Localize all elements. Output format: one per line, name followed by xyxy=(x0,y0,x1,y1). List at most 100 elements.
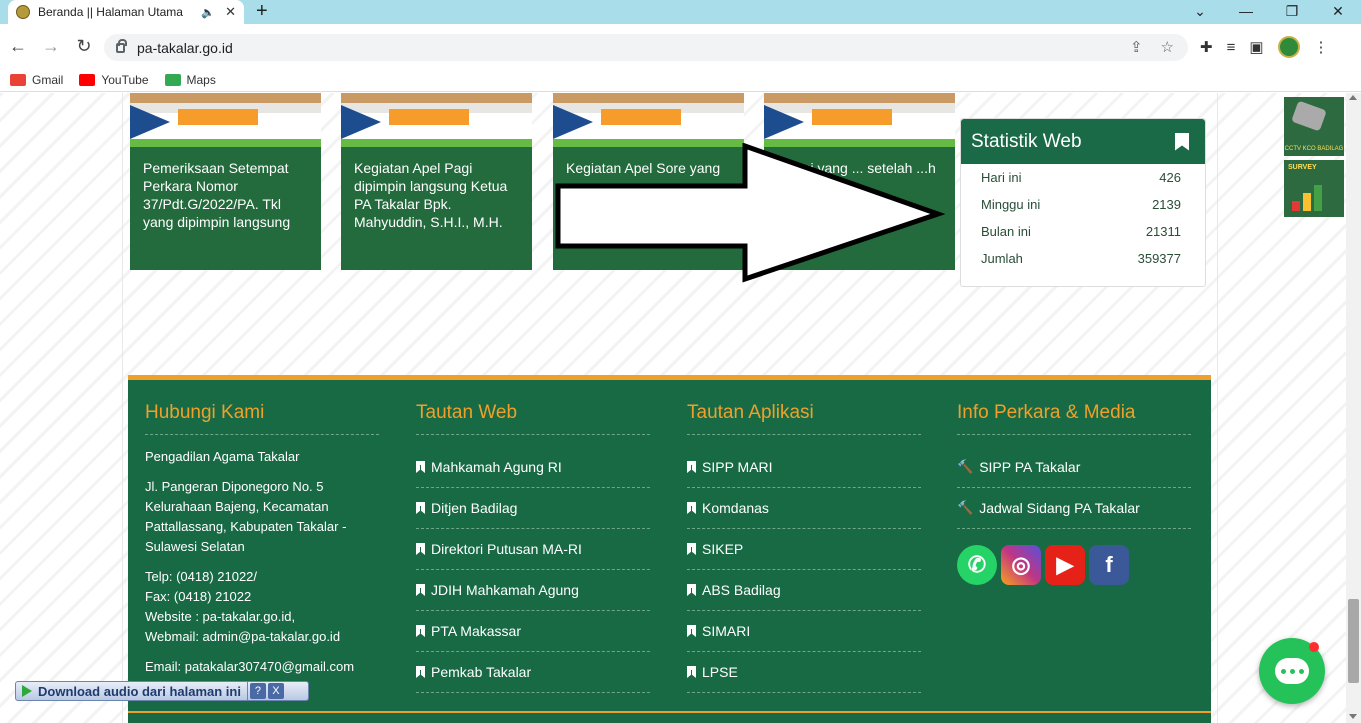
url-text: pa-takalar.go.id xyxy=(137,39,233,56)
whatsapp-icon[interactable]: ✆ xyxy=(957,545,997,585)
bookmark-icon xyxy=(687,625,696,637)
window-close-icon[interactable]: ✕ xyxy=(1315,0,1361,22)
play-icon xyxy=(22,685,32,697)
bookmark-icon xyxy=(416,584,425,596)
footer-link[interactable]: PTA Makassar xyxy=(416,611,650,652)
org-address: Jl. Pangeran Diponegoro No. 5 Kelurahaan… xyxy=(145,479,347,554)
page-viewport: Pemeriksaan Setempat Perkara Nomor 37/Pd… xyxy=(0,93,1346,723)
bookmark-icon xyxy=(687,584,696,596)
news-card-title[interactable]: Kegiatan Apel Pagi dipimpin langsung Ket… xyxy=(341,147,532,231)
bookmark-gmail[interactable]: Gmail xyxy=(10,73,63,87)
bookmark-icon xyxy=(1175,132,1189,151)
maps-icon xyxy=(164,73,181,86)
news-card[interactable]: Kegiatan Apel Pagi dipimpin langsung Ket… xyxy=(341,93,532,270)
news-card-image xyxy=(341,93,532,147)
vertical-scrollbar[interactable] xyxy=(1346,93,1361,723)
footer-bottom-bar xyxy=(128,711,1211,723)
footer-link[interactable]: Direktori Putusan MA-RI xyxy=(416,529,650,570)
footer-heading: Info Perkara & Media xyxy=(957,402,1191,435)
bookmark-icon xyxy=(687,461,696,473)
news-card-title[interactable]: Pemeriksaan Setempat Perkara Nomor 37/Pd… xyxy=(130,147,321,231)
social-links: ✆ ◎ ▶ f xyxy=(957,545,1191,585)
stat-row: Minggu ini 2139 xyxy=(981,197,1181,212)
footer-link[interactable]: 🔨 SIPP PA Takalar xyxy=(957,447,1191,488)
bookmark-icon xyxy=(687,502,696,514)
news-card-image xyxy=(764,93,955,147)
media-control-icon[interactable]: ≡ xyxy=(1227,39,1236,56)
download-audio-bar: Download audio dari halaman ini ? X xyxy=(15,681,309,701)
tab-strip: Beranda || Halaman Utama 🔈 ✕ + ⌄ — ❐ ✕ xyxy=(0,0,1361,24)
instagram-icon[interactable]: ◎ xyxy=(1001,545,1041,585)
site-favicon-icon xyxy=(16,5,30,19)
news-card-image xyxy=(553,93,744,147)
bookmark-youtube[interactable]: YouTube xyxy=(79,73,149,87)
wrench-icon: 🔨 xyxy=(957,459,974,474)
bookmark-icon xyxy=(687,543,696,555)
bookmarks-bar: Gmail YouTube Maps xyxy=(0,68,1361,92)
footer-link[interactable]: Ditjen Badilag xyxy=(416,488,650,529)
footer-link[interactable]: ABS Badilag xyxy=(687,570,921,611)
cctv-banner[interactable]: CCTV KCO BADILAG xyxy=(1284,97,1344,156)
tab-title: Beranda || Halaman Utama xyxy=(38,5,183,19)
statistics-title: Statistik Web xyxy=(971,130,1082,152)
tab-close-icon[interactable]: ✕ xyxy=(225,4,236,20)
org-webmail[interactable]: Webmail: admin@pa-takalar.go.id xyxy=(145,627,379,647)
footer-link[interactable]: SIKEP xyxy=(687,529,921,570)
footer-link[interactable]: JDIH Mahkamah Agung xyxy=(416,570,650,611)
bookmark-icon xyxy=(416,625,425,637)
youtube-icon[interactable]: ▶ xyxy=(1045,545,1085,585)
survey-banner[interactable]: SURVEY xyxy=(1284,160,1344,217)
extensions-icon[interactable]: ✚ xyxy=(1200,38,1213,56)
menu-icon[interactable]: ⋮ xyxy=(1314,38,1329,56)
org-email[interactable]: Email: patakalar307470@gmail.com xyxy=(145,657,379,677)
footer-link[interactable]: Pemkab Takalar xyxy=(416,652,650,693)
stat-row: Bulan ini 21311 xyxy=(981,224,1181,239)
tab-search-icon[interactable]: ⌄ xyxy=(1177,0,1223,22)
new-tab-icon[interactable]: + xyxy=(256,1,268,21)
notification-dot xyxy=(1309,642,1319,652)
news-card[interactable]: Pemeriksaan Setempat Perkara Nomor 37/Pd… xyxy=(130,93,321,270)
scroll-thumb[interactable] xyxy=(1348,599,1359,683)
bookmark-maps[interactable]: Maps xyxy=(164,73,216,87)
footer-link[interactable]: Mahkamah Agung RI xyxy=(416,447,650,488)
arrow-annotation-icon xyxy=(555,143,945,283)
side-panel-icon[interactable]: ▣ xyxy=(1249,38,1263,56)
gmail-icon xyxy=(10,73,26,86)
close-button[interactable]: X xyxy=(267,683,284,699)
back-icon[interactable]: ← xyxy=(3,36,33,57)
org-fax: Fax: (0418) 21022 xyxy=(145,589,252,604)
footer-link[interactable]: SIMARI xyxy=(687,611,921,652)
lock-icon[interactable] xyxy=(116,38,127,53)
minimize-icon[interactable]: — xyxy=(1223,0,1269,22)
star-icon[interactable]: ☆ xyxy=(1161,38,1174,56)
forward-icon[interactable]: → xyxy=(36,36,66,57)
bookmark-icon xyxy=(416,461,425,473)
speaker-icon[interactable]: 🔈 xyxy=(201,6,215,19)
facebook-icon[interactable]: f xyxy=(1089,545,1129,585)
org-website[interactable]: Website : pa-takalar.go.id, xyxy=(145,607,379,627)
scroll-down-icon[interactable] xyxy=(1349,714,1357,719)
profile-avatar[interactable] xyxy=(1277,36,1300,58)
tab-beranda[interactable]: Beranda || Halaman Utama 🔈 ✕ xyxy=(8,0,244,24)
address-bar[interactable]: pa-takalar.go.id ⇪ ☆ xyxy=(104,34,1188,61)
youtube-icon xyxy=(79,73,96,86)
footer-link[interactable]: 🔨 Jadwal Sidang PA Takalar xyxy=(957,488,1191,529)
help-button[interactable]: ? xyxy=(249,683,266,699)
restore-icon[interactable]: ❐ xyxy=(1269,0,1315,22)
footer-link[interactable]: LPSE xyxy=(687,652,921,693)
footer-info-perkara: Info Perkara & Media 🔨 SIPP PA Takalar 🔨 J… xyxy=(957,402,1191,585)
bookmark-icon xyxy=(687,666,696,678)
scroll-up-icon[interactable] xyxy=(1349,95,1357,100)
org-name: Pengadilan Agama Takalar xyxy=(145,449,300,464)
share-icon[interactable]: ⇪ xyxy=(1130,38,1143,56)
footer-link[interactable]: Komdanas xyxy=(687,488,921,529)
news-card-image xyxy=(130,93,321,147)
bookmark-icon xyxy=(416,502,425,514)
download-audio-button[interactable]: Download audio dari halaman ini xyxy=(16,682,248,700)
reload-icon[interactable]: ↻ xyxy=(69,36,99,57)
footer-tautan-web: Tautan Web Mahkamah Agung RI Ditjen Badi… xyxy=(416,402,650,693)
chat-icon xyxy=(1275,658,1309,684)
footer-link[interactable]: SIPP MARI xyxy=(687,447,921,488)
bookmark-icon xyxy=(416,543,425,555)
footer-contact: Hubungi Kami Pengadilan Agama Takalar Jl… xyxy=(145,402,379,677)
